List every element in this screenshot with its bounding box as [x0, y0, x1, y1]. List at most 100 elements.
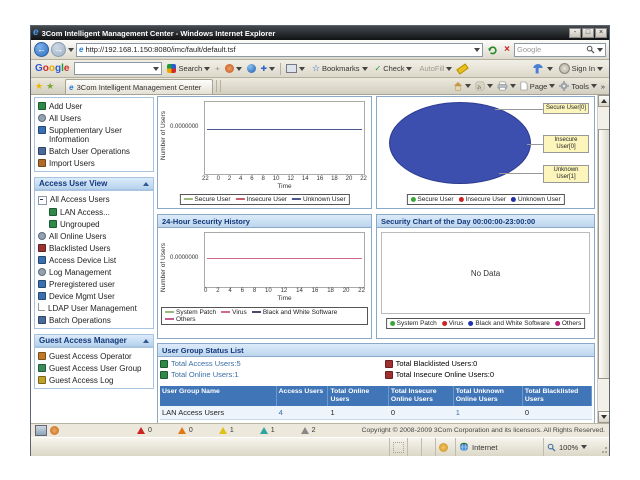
alarm-panel-icon[interactable] [35, 425, 47, 436]
tree-collapse-icon[interactable] [38, 196, 47, 205]
forward-button[interactable]: → [51, 42, 66, 57]
collapse-icon[interactable] [143, 182, 149, 186]
search-dropdown-icon[interactable] [597, 48, 603, 52]
check-label: Check [383, 64, 404, 73]
total-access-users[interactable]: Total Access Users:5 [160, 359, 385, 368]
page-menu-button[interactable]: Page [520, 81, 556, 91]
account-icon [559, 63, 570, 74]
sidebar-item-import-users[interactable]: Import Users [38, 157, 150, 169]
spellcheck-button[interactable]: ✓ Check [373, 63, 415, 74]
sidebar-item-supplementary-user-information[interactable]: Supplementary User Information [38, 124, 150, 145]
insecure-icon [385, 371, 393, 379]
x-axis-ticks: 220246810121416182022 [202, 176, 367, 182]
y-axis-tick: 0.0000000 [170, 124, 198, 130]
back-button[interactable]: ← [34, 42, 49, 57]
scrollbar-thumb[interactable] [598, 129, 609, 379]
google-search-button[interactable]: Search [165, 63, 212, 74]
alarm-minor[interactable]: 1 [219, 427, 234, 434]
sidebar-item-preregistered-user[interactable]: Preregistered user [38, 278, 150, 290]
refresh-button[interactable] [485, 42, 500, 57]
sidebar-item-batch-user-operations[interactable]: Batch User Operations [38, 145, 150, 157]
scroll-down-button[interactable] [598, 411, 609, 423]
sidebar-item-blacklisted-users[interactable]: Blacklisted Users [38, 242, 150, 254]
plot-area [204, 232, 365, 288]
collapse-icon[interactable] [143, 339, 149, 343]
scroll-up-button[interactable] [598, 95, 609, 107]
sidebar-item-device-mgmt-user[interactable]: Device Mgmt User [38, 290, 150, 302]
crosshair-icon[interactable]: + [215, 64, 219, 73]
status-pane [389, 438, 407, 456]
tools-menu-button[interactable]: Tools [559, 81, 597, 91]
status-bar: Internet 100% [31, 437, 609, 456]
sidebar-item-ldap-user-management[interactable]: LDAP User Management [38, 302, 150, 314]
sidebar-item-log-management[interactable]: Log Management [38, 266, 150, 278]
zoom-control[interactable]: 100% [543, 438, 599, 456]
bookmarks-button[interactable]: ☆ Bookmarks [310, 62, 370, 75]
sidebar-item-all-users[interactable]: All Users [38, 112, 150, 124]
dashboard-main: Number of Users 0.0000000 22024681012141… [157, 95, 595, 423]
toolbar-overflow-chevron[interactable]: » [601, 82, 605, 91]
home-button[interactable] [453, 81, 471, 91]
sidebar-item-guest-access-user-group[interactable]: Guest Access User Group [38, 362, 150, 374]
sidebar-item-ungrouped[interactable]: Ungrouped [49, 218, 150, 230]
google-search-dropdown-icon[interactable] [204, 67, 210, 71]
maximize-button[interactable]: □ [582, 28, 594, 38]
alarm-critical[interactable]: 0 [137, 427, 152, 434]
sidebar-item-all-online-users[interactable]: All Online Users [38, 230, 150, 242]
resize-grip[interactable] [599, 438, 609, 456]
sidebar-item-guest-access-log[interactable]: Guest Access Log [38, 374, 150, 386]
alarm-hand-icon[interactable] [50, 426, 59, 435]
alarm-warning[interactable]: 1 [260, 427, 275, 434]
nav-history-dropdown-icon[interactable] [68, 48, 74, 52]
print-button[interactable] [497, 81, 516, 91]
x-axis-ticks: 0246810121416182022 [204, 288, 365, 294]
zone-label: Internet [472, 443, 497, 452]
stop-button[interactable]: × [502, 42, 512, 57]
sidebar-item-guest-access-operator[interactable]: Guest Access Operator [38, 350, 150, 362]
alarm-info[interactable]: 2 [301, 427, 316, 434]
log-management-icon [38, 268, 46, 276]
sidebar-item-add-user[interactable]: Add User [38, 100, 150, 112]
minimize-button[interactable]: - [569, 28, 581, 38]
toolbar-options-icon[interactable] [533, 64, 543, 74]
vertical-scrollbar[interactable] [597, 95, 609, 423]
x-axis-label: Time [204, 183, 365, 190]
tab-3com-imc[interactable]: e 3Com Intelligent Management Center [65, 79, 213, 94]
gear-icon [559, 81, 569, 91]
device-mgmt-user-icon [38, 292, 46, 300]
autofill-button[interactable]: AutoFill [417, 63, 454, 74]
favorites-icon[interactable]: ★ [35, 82, 43, 91]
google-g-icon [167, 64, 176, 73]
sidebar-item-access-device-list[interactable]: Access Device List [38, 254, 150, 266]
url-field[interactable]: e http://192.168.1.150:8080/imc/fault/de… [76, 43, 483, 57]
sign-in-button[interactable]: Sign In [557, 62, 605, 75]
add-favorite-icon[interactable]: ★ [46, 82, 54, 91]
panel-title: 24-Hour Security History [158, 215, 371, 228]
share-button[interactable] [223, 63, 244, 74]
popup-blocker-icon [286, 64, 297, 73]
highlighter-icon[interactable] [457, 63, 469, 74]
popup-blocker-button[interactable] [284, 63, 307, 74]
sidebar-item-lan-access[interactable]: LAN Access... [49, 206, 150, 218]
page-icon [520, 81, 528, 91]
url-dropdown-icon[interactable] [474, 48, 480, 52]
sidebar-item-all-access-users[interactable]: All Access Users [38, 193, 150, 206]
section-header-guest-access-manager[interactable]: Guest Access Manager [34, 334, 154, 347]
google-input-dropdown-icon[interactable] [153, 67, 159, 71]
alarm-major[interactable]: 0 [178, 427, 193, 434]
earth-icon[interactable] [247, 64, 256, 73]
add-gadget-button[interactable]: ✚ [259, 63, 277, 74]
feeds-button[interactable] [475, 81, 493, 91]
shield-icon [439, 443, 448, 452]
share-icon [225, 64, 234, 73]
add-user-icon [38, 102, 46, 110]
search-box[interactable]: Google [514, 43, 606, 57]
autofill-label: AutoFill [419, 64, 444, 73]
total-online-users[interactable]: Total Online Users:1 [160, 370, 385, 379]
sidebar-item-batch-operations[interactable]: Batch Operations [38, 314, 150, 326]
table-row[interactable]: LAN Access Users 4 1 0 1 0 [160, 406, 592, 420]
zoom-dropdown-icon[interactable] [581, 445, 587, 449]
section-header-access-user-view[interactable]: Access User View [34, 177, 154, 190]
google-search-input[interactable] [74, 62, 162, 75]
close-button[interactable]: × [595, 28, 607, 38]
